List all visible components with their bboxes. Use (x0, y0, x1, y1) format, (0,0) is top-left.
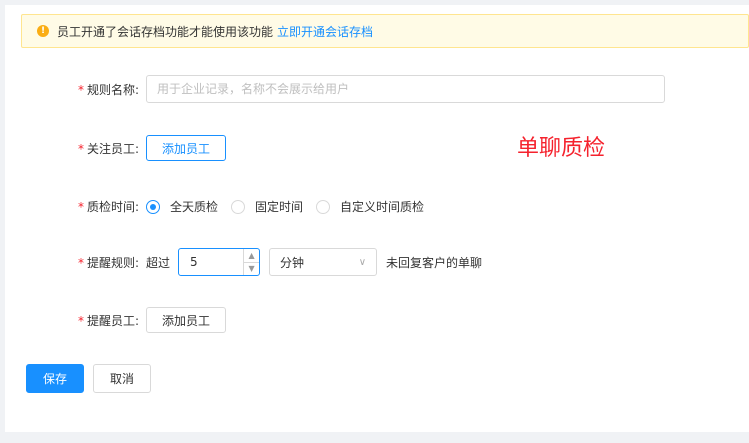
time-radio-group: 全天质检 固定时间 自定义时间质检 (146, 198, 437, 215)
info-alert: ! 员工开通了会话存档功能才能使用该功能 立即开通会话存档 (21, 14, 749, 48)
remind-rule-label: * 提醒规则: (77, 255, 139, 270)
staff-label: * 关注员工: (77, 141, 139, 156)
rule-name-input[interactable] (146, 75, 665, 103)
annotation-title: 单聊质检 (517, 136, 606, 161)
remind-prefix: 超过 (146, 255, 171, 270)
radio-all-day[interactable]: 全天质检 (146, 198, 218, 215)
add-staff-button[interactable]: 添加员工 (146, 135, 226, 161)
radio-fixed-time[interactable]: 固定时间 (231, 198, 303, 215)
remind-staff-label: * 提醒员工: (77, 313, 139, 328)
staff-row: * 关注员工: 添加员工 (0, 135, 226, 161)
chevron-down-icon: ∨ (358, 256, 367, 268)
unit-select-value: 分钟 (280, 255, 305, 270)
remind-staff-row: * 提醒员工: 添加员工 (0, 307, 226, 333)
remind-suffix: 未回复客户的单聊 (386, 255, 483, 270)
save-button[interactable]: 保存 (26, 364, 84, 393)
add-remind-staff-button[interactable]: 添加员工 (146, 307, 226, 333)
chevron-up-icon[interactable]: ▲ (244, 249, 260, 263)
radio-unchecked-icon (231, 199, 246, 214)
radio-unchecked-icon (316, 199, 331, 214)
unit-select[interactable]: 分钟 ∨ (269, 248, 378, 276)
exclamation-icon: ! (37, 25, 49, 37)
remind-rule-row: * 提醒规则: 超过 5 ▲ ▼ 分钟 ∨ 未回复客户的单聊 (0, 248, 482, 276)
stepper-value[interactable]: 5 (179, 249, 243, 275)
chevron-down-icon[interactable]: ▼ (244, 263, 259, 276)
cancel-button[interactable]: 取消 (93, 364, 151, 393)
minutes-stepper[interactable]: 5 ▲ ▼ (178, 248, 261, 276)
enable-archive-link[interactable]: 立即开通会话存档 (277, 23, 373, 40)
radio-custom-time[interactable]: 自定义时间质检 (316, 198, 424, 215)
rule-name-label: * 规则名称: (77, 82, 139, 97)
time-label: * 质检时间: (77, 200, 139, 214)
alert-text: 员工开通了会话存档功能才能使用该功能 (57, 24, 274, 39)
radio-checked-icon (146, 199, 160, 214)
stepper-arrows: ▲ ▼ (243, 249, 260, 276)
rule-name-row: * 规则名称: (0, 75, 665, 103)
time-row: * 质检时间: 全天质检 固定时间 自定义时间质检 (0, 198, 437, 215)
